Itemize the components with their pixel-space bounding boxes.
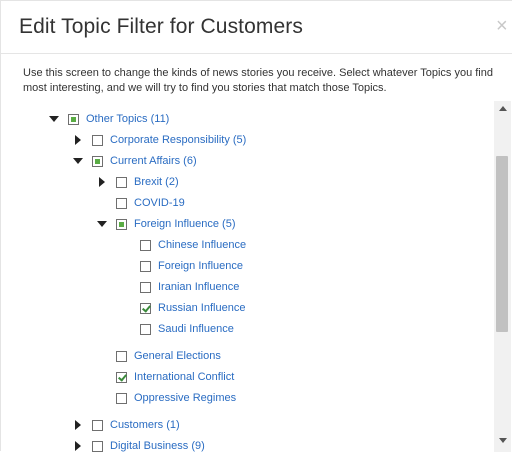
tree-node-label[interactable]: Other Topics (11) [86,113,169,125]
dialog-title: Edit Topic Filter for Customers [19,15,303,38]
checkbox-foreign-influence-leaf[interactable] [140,260,151,272]
toggle-slot [70,441,86,451]
toggle-slot [94,221,110,227]
expand-arrow-right-icon[interactable] [99,177,105,187]
tree-node-covid-19[interactable]: COVID-19 [94,195,185,211]
toggle-slot [46,116,62,122]
checkbox-international-conflict[interactable] [116,371,127,383]
expand-arrow-down-icon[interactable] [97,221,107,227]
checkbox-other-topics[interactable] [68,113,79,125]
tree-node-foreign-influence[interactable]: Foreign Influence (5) [94,216,236,232]
edit-topic-filter-dialog: Edit Topic Filter for Customers × Use th… [0,0,512,452]
scrollbar-thumb[interactable] [496,156,508,332]
tree-node-label[interactable]: Foreign Influence [158,260,243,272]
expand-arrow-down-icon[interactable] [49,116,59,122]
scroll-down-arrow-icon[interactable] [499,438,507,443]
checkbox-corporate-responsibility[interactable] [92,134,103,146]
tree-node-corporate-responsibility[interactable]: Corporate Responsibility (5) [70,132,246,148]
checkbox-covid-19[interactable] [116,197,127,209]
checkbox-customers[interactable] [92,419,103,431]
vertical-scrollbar[interactable] [494,101,511,452]
topic-tree: Other Topics (11) Corporate Responsibilit… [1,101,491,452]
toggle-slot [70,135,86,145]
tree-node-other-topics[interactable]: Other Topics (11) [46,111,169,127]
checkbox-brexit[interactable] [116,176,127,188]
toggle-slot [70,158,86,164]
tree-node-iranian-influence[interactable]: Iranian Influence [118,279,239,295]
tree-node-label[interactable]: Chinese Influence [158,239,246,251]
tree-node-oppressive-regimes[interactable]: Oppressive Regimes [94,390,236,406]
dialog-description: Use this screen to change the kinds of n… [23,67,493,94]
checkbox-general-elections[interactable] [116,350,127,362]
expand-arrow-right-icon[interactable] [75,420,81,430]
tree-node-digital-business[interactable]: Digital Business (9) [70,438,205,452]
tree-node-current-affairs[interactable]: Current Affairs (6) [70,153,197,169]
tree-node-label[interactable]: Iranian Influence [158,281,239,293]
expand-arrow-down-icon[interactable] [73,158,83,164]
tree-node-label[interactable]: Digital Business (9) [110,440,205,452]
tree-node-label[interactable]: Oppressive Regimes [134,392,236,404]
toggle-slot [94,177,110,187]
close-icon[interactable]: × [496,16,508,36]
checkbox-digital-business[interactable] [92,440,103,452]
tree-node-label[interactable]: Customers (1) [110,419,180,431]
tree-node-saudi-influence[interactable]: Saudi Influence [118,321,234,337]
checkbox-russian-influence[interactable] [140,302,151,314]
tree-node-label[interactable]: Brexit (2) [134,176,179,188]
scroll-up-arrow-icon[interactable] [499,106,507,111]
checkbox-oppressive-regimes[interactable] [116,392,127,404]
expand-arrow-right-icon[interactable] [75,135,81,145]
topic-tree-pane: Other Topics (11) Corporate Responsibilit… [1,101,512,452]
tree-node-customers[interactable]: Customers (1) [70,417,180,433]
checkbox-saudi-influence[interactable] [140,323,151,335]
checkbox-current-affairs[interactable] [92,155,103,167]
tree-node-russian-influence[interactable]: Russian Influence [118,300,245,316]
tree-node-label[interactable]: Saudi Influence [158,323,234,335]
tree-node-label[interactable]: Foreign Influence (5) [134,218,236,230]
tree-node-general-elections[interactable]: General Elections [94,348,221,364]
tree-node-label[interactable]: Corporate Responsibility (5) [110,134,246,146]
tree-node-label[interactable]: Russian Influence [158,302,245,314]
checkbox-chinese-influence[interactable] [140,239,151,251]
tree-node-label[interactable]: General Elections [134,350,221,362]
tree-node-label[interactable]: International Conflict [134,371,234,383]
checkbox-iranian-influence[interactable] [140,281,151,293]
expand-arrow-right-icon[interactable] [75,441,81,451]
tree-node-label[interactable]: COVID-19 [134,197,185,209]
checkbox-foreign-influence[interactable] [116,218,127,230]
tree-node-international-conflict[interactable]: International Conflict [94,369,234,385]
toggle-slot [70,420,86,430]
tree-node-brexit[interactable]: Brexit (2) [94,174,179,190]
tree-node-chinese-influence[interactable]: Chinese Influence [118,237,246,253]
dialog-header: Edit Topic Filter for Customers × [1,1,512,54]
tree-node-foreign-influence-leaf[interactable]: Foreign Influence [118,258,243,274]
tree-node-label[interactable]: Current Affairs (6) [110,155,197,167]
